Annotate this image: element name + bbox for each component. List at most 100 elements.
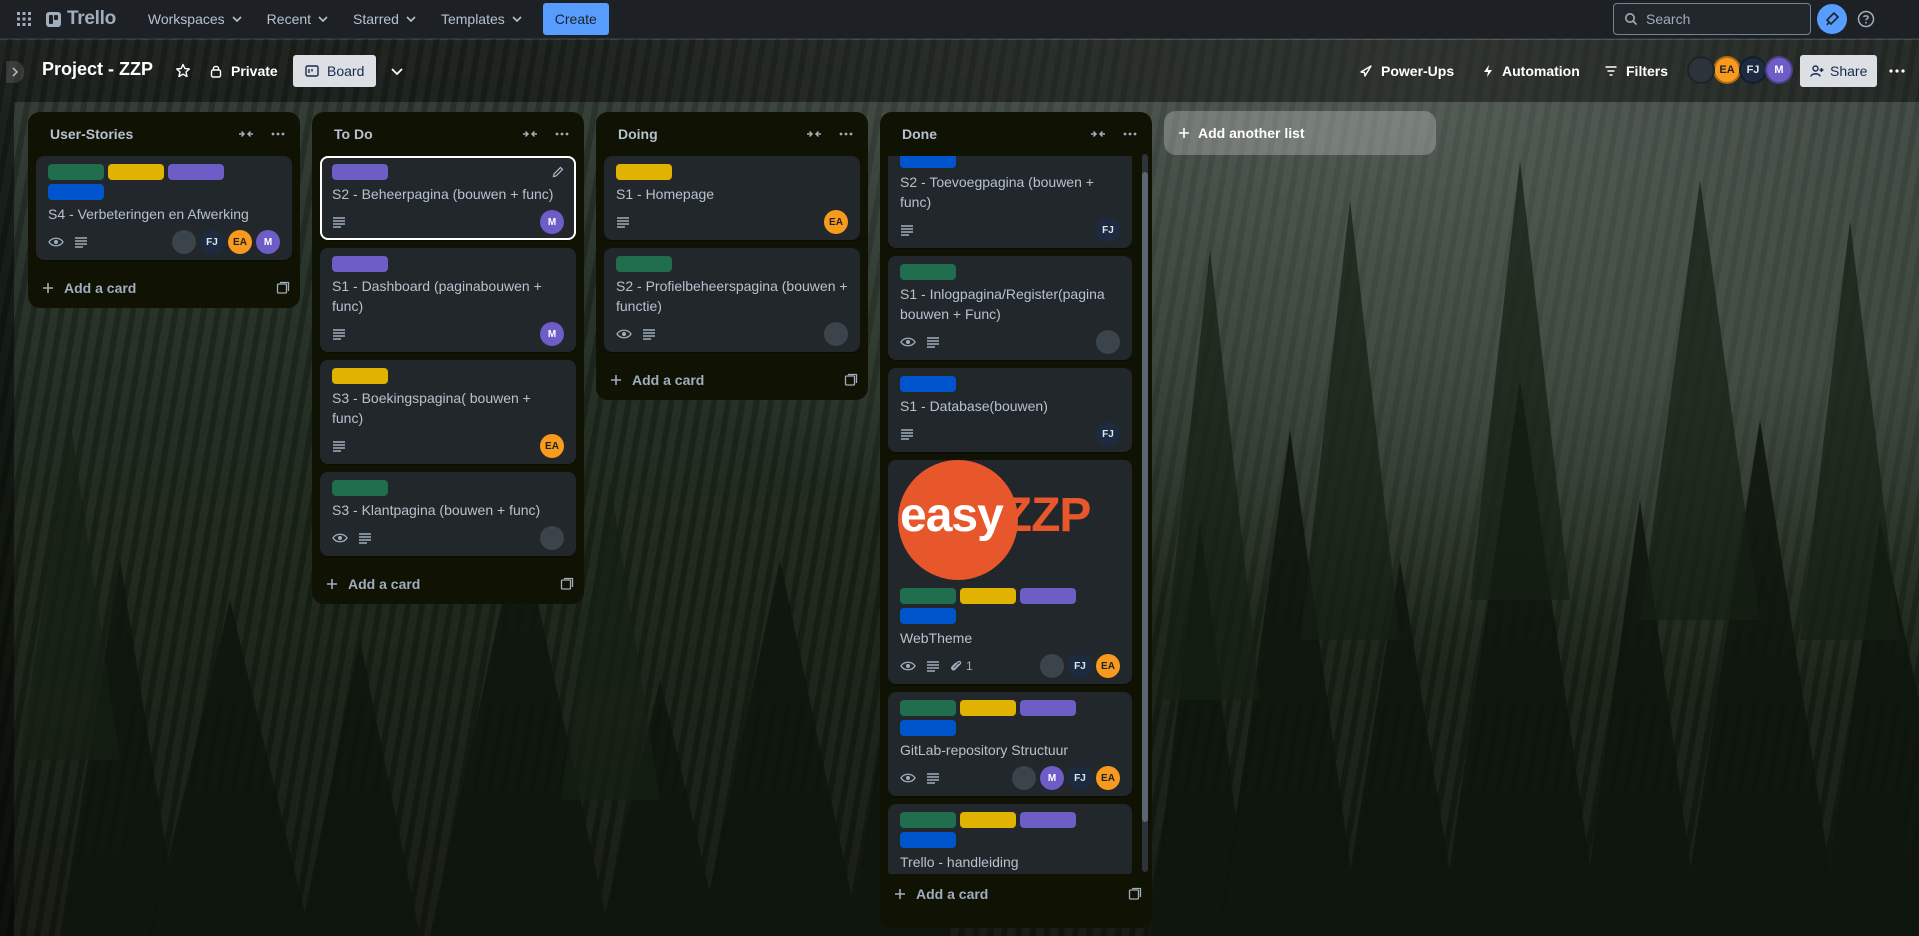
card[interactable]: easyZZP WebTheme 1 FJ EA bbox=[888, 460, 1132, 684]
list-scrollbar-thumb[interactable] bbox=[1142, 172, 1148, 822]
card[interactable]: S2 - Toevoegpagina (bouwen + func) FJ bbox=[888, 156, 1132, 248]
star-board-button[interactable] bbox=[172, 60, 194, 82]
avatar-unknown[interactable] bbox=[1096, 330, 1120, 354]
nav-templates-button[interactable]: Templates bbox=[431, 3, 533, 35]
label-purple[interactable] bbox=[168, 164, 224, 180]
label-yellow[interactable] bbox=[616, 164, 672, 180]
label-purple[interactable] bbox=[332, 256, 388, 272]
edit-card-icon[interactable] bbox=[550, 164, 566, 180]
avatar-ea[interactable]: EA bbox=[1096, 654, 1120, 678]
avatar-m[interactable]: M bbox=[256, 230, 280, 254]
avatar-fj[interactable]: FJ bbox=[1739, 56, 1767, 84]
card[interactable]: S1 - Database(bouwen) FJ bbox=[888, 368, 1132, 452]
label-yellow[interactable] bbox=[960, 812, 1016, 828]
app-switcher-icon[interactable] bbox=[12, 7, 36, 31]
label-blue[interactable] bbox=[900, 376, 956, 392]
avatar-ea[interactable]: EA bbox=[824, 210, 848, 234]
list-title[interactable]: Done bbox=[902, 126, 1078, 142]
card[interactable]: S2 - Profielbeheerspagina (bouwen + func… bbox=[604, 248, 860, 352]
views-dropdown-button[interactable] bbox=[387, 61, 407, 81]
label-green[interactable] bbox=[900, 700, 956, 716]
visibility-button[interactable]: Private bbox=[209, 57, 278, 85]
share-button[interactable]: Share bbox=[1800, 55, 1878, 87]
expand-sidebar-button[interactable] bbox=[6, 61, 24, 83]
add-card-button[interactable]: Add a card bbox=[880, 874, 1152, 914]
add-card-button[interactable]: Add a card bbox=[596, 360, 868, 400]
label-yellow[interactable] bbox=[108, 164, 164, 180]
collapse-list-button[interactable] bbox=[802, 122, 826, 146]
automation-button[interactable]: Automation bbox=[1482, 57, 1580, 85]
trello-logo[interactable]: Trello bbox=[46, 8, 116, 30]
notifications-button[interactable] bbox=[1817, 4, 1847, 34]
collapse-list-button[interactable] bbox=[1086, 122, 1110, 146]
search-input[interactable]: Search bbox=[1613, 3, 1811, 35]
template-icon[interactable] bbox=[844, 373, 858, 387]
avatar-m[interactable]: M bbox=[540, 210, 564, 234]
avatar-fj[interactable]: FJ bbox=[1068, 654, 1092, 678]
label-purple[interactable] bbox=[1020, 700, 1076, 716]
avatar-ea[interactable]: EA bbox=[228, 230, 252, 254]
avatar-unknown[interactable] bbox=[824, 322, 848, 346]
avatar-ea[interactable]: EA bbox=[540, 434, 564, 458]
avatar-fj[interactable]: FJ bbox=[200, 230, 224, 254]
label-green[interactable] bbox=[900, 588, 956, 604]
card[interactable]: S1 - Inlogpagina/Register(pagina bouwen … bbox=[888, 256, 1132, 360]
card[interactable]: Trello - handleiding bbox=[888, 804, 1132, 874]
avatar-fj[interactable]: FJ bbox=[1068, 766, 1092, 790]
avatar-current-user[interactable] bbox=[1687, 56, 1715, 84]
avatar-m[interactable]: M bbox=[1765, 56, 1793, 84]
label-green[interactable] bbox=[48, 164, 104, 180]
collapse-list-button[interactable] bbox=[518, 122, 542, 146]
label-yellow[interactable] bbox=[332, 368, 388, 384]
card[interactable]: S1 - Homepage EA bbox=[604, 156, 860, 240]
list-actions-button[interactable] bbox=[550, 122, 574, 146]
label-blue[interactable] bbox=[900, 720, 956, 736]
list-actions-button[interactable] bbox=[266, 122, 290, 146]
list-title[interactable]: Doing bbox=[618, 126, 794, 142]
help-button[interactable] bbox=[1855, 8, 1877, 30]
create-button[interactable]: Create bbox=[542, 3, 609, 35]
list-title[interactable]: User-Stories bbox=[50, 126, 226, 142]
avatar-fj[interactable]: FJ bbox=[1096, 218, 1120, 242]
avatar-unknown[interactable] bbox=[172, 230, 196, 254]
label-green[interactable] bbox=[900, 812, 956, 828]
avatar-unknown[interactable] bbox=[1012, 766, 1036, 790]
collapse-list-button[interactable] bbox=[234, 122, 258, 146]
avatar-fj[interactable]: FJ bbox=[1096, 422, 1120, 446]
board-view-button[interactable]: Board bbox=[293, 55, 377, 87]
avatar-ea[interactable]: EA bbox=[1096, 766, 1120, 790]
label-blue[interactable] bbox=[900, 608, 956, 624]
power-ups-button[interactable]: Power-Ups bbox=[1359, 57, 1454, 85]
list-actions-button[interactable] bbox=[1118, 122, 1142, 146]
card[interactable]: S2 - Beheerpagina (bouwen + func) M bbox=[320, 156, 576, 240]
template-icon[interactable] bbox=[1128, 887, 1142, 901]
card[interactable]: S4 - Verbeteringen en Afwerking FJ EA M bbox=[36, 156, 292, 260]
board-title[interactable]: Project - ZZP bbox=[42, 59, 153, 80]
add-list-button[interactable]: Add another list bbox=[1164, 111, 1436, 155]
card[interactable]: GitLab-repository Structuur M FJ EA bbox=[888, 692, 1132, 796]
list-title[interactable]: To Do bbox=[334, 126, 510, 142]
label-green[interactable] bbox=[616, 256, 672, 272]
card[interactable]: S3 - Boekingspagina( bouwen + func) EA bbox=[320, 360, 576, 464]
label-green[interactable] bbox=[900, 264, 956, 280]
nav-recent-button[interactable]: Recent bbox=[257, 3, 339, 35]
avatar-m[interactable]: M bbox=[540, 322, 564, 346]
label-green[interactable] bbox=[332, 480, 388, 496]
card[interactable]: S1 - Dashboard (paginabouwen + func) M bbox=[320, 248, 576, 352]
label-yellow[interactable] bbox=[960, 588, 1016, 604]
list-actions-button[interactable] bbox=[834, 122, 858, 146]
template-icon[interactable] bbox=[276, 281, 290, 295]
avatar-ea[interactable]: EA bbox=[1713, 56, 1741, 84]
add-card-button[interactable]: Add a card bbox=[312, 564, 584, 604]
avatar-unknown[interactable] bbox=[540, 526, 564, 550]
nav-workspaces-button[interactable]: Workspaces bbox=[138, 3, 253, 35]
label-yellow[interactable] bbox=[960, 700, 1016, 716]
label-purple[interactable] bbox=[332, 164, 388, 180]
label-blue[interactable] bbox=[48, 184, 104, 200]
avatar-unknown[interactable] bbox=[1040, 654, 1064, 678]
add-card-button[interactable]: Add a card bbox=[28, 268, 300, 308]
template-icon[interactable] bbox=[560, 577, 574, 591]
card[interactable]: S3 - Klantpagina (bouwen + func) bbox=[320, 472, 576, 556]
board-menu-button[interactable] bbox=[1884, 60, 1910, 82]
label-blue[interactable] bbox=[900, 156, 956, 168]
